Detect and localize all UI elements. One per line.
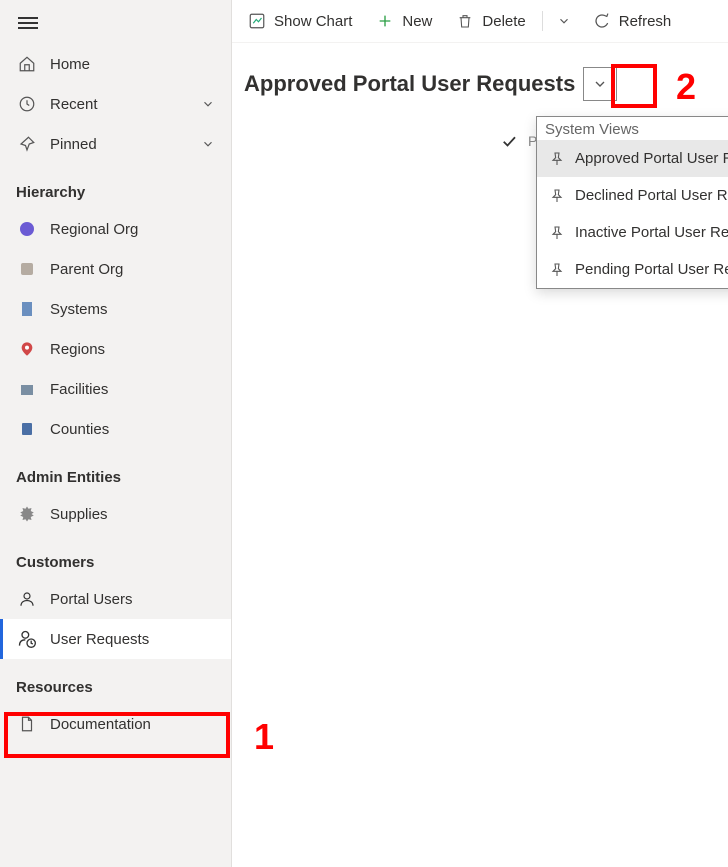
chevron-down-icon (592, 76, 608, 92)
chevron-down-icon (201, 137, 215, 151)
nav-regional-org-label: Regional Org (50, 221, 215, 238)
clock-icon (16, 94, 38, 114)
nav-facilities[interactable]: Facilities (0, 369, 231, 409)
refresh-label: Refresh (619, 13, 672, 30)
facility-icon (16, 379, 38, 399)
nav-supplies-label: Supplies (50, 506, 215, 523)
dropdown-item-inactive[interactable]: Inactive Portal User Requests (537, 214, 728, 251)
nav-user-requests-label: User Requests (50, 631, 215, 648)
nav-counties-label: Counties (50, 421, 215, 438)
group-resources: Resources (0, 659, 231, 704)
pin-icon (549, 151, 565, 167)
chevron-down-icon (555, 12, 573, 30)
user-icon (16, 589, 38, 609)
delete-button[interactable]: Delete (444, 6, 537, 36)
dropdown-item-pending[interactable]: Pending Portal User Requests (537, 251, 728, 288)
nav-pinned[interactable]: Pinned (0, 124, 231, 164)
show-chart-button[interactable]: Show Chart (236, 6, 364, 36)
nav-facilities-label: Facilities (50, 381, 215, 398)
gear-icon (16, 504, 38, 524)
dropdown-item-label: Declined Portal User Requests (575, 187, 728, 204)
trash-icon (456, 12, 474, 30)
nav-portal-users[interactable]: Portal Users (0, 579, 231, 619)
map-pin-icon (16, 339, 38, 359)
document-icon (16, 714, 38, 734)
nav-home-label: Home (50, 56, 215, 73)
nav-regional-org[interactable]: Regional Org (0, 209, 231, 249)
group-hierarchy: Hierarchy (0, 164, 231, 209)
nav-regions-label: Regions (50, 341, 215, 358)
pin-icon (16, 134, 38, 154)
show-chart-label: Show Chart (274, 13, 352, 30)
refresh-button[interactable]: Refresh (581, 6, 684, 36)
nav-supplies[interactable]: Supplies (0, 494, 231, 534)
nav-home[interactable]: Home (0, 44, 231, 84)
chart-icon (248, 12, 266, 30)
obscured-row: P (500, 132, 537, 150)
nav-regions[interactable]: Regions (0, 329, 231, 369)
dropdown-item-approved[interactable]: Approved Portal User Requests (537, 140, 728, 177)
building-icon (16, 299, 38, 319)
dropdown-item-label: Approved Portal User Requests (575, 150, 728, 167)
pin-icon (549, 262, 565, 278)
county-icon (16, 419, 38, 439)
dropdown-item-declined[interactable]: Declined Portal User Requests (537, 177, 728, 214)
view-selector-button[interactable] (583, 67, 617, 101)
pin-icon (549, 225, 565, 241)
group-customers: Customers (0, 534, 231, 579)
nav-user-requests[interactable]: User Requests (0, 619, 231, 659)
check-icon (500, 132, 518, 150)
chevron-down-icon (201, 97, 215, 111)
nav-portal-users-label: Portal Users (50, 591, 215, 608)
refresh-icon (593, 12, 611, 30)
plus-icon (376, 12, 394, 30)
nav-recent[interactable]: Recent (0, 84, 231, 124)
new-label: New (402, 13, 432, 30)
dropdown-item-label: Inactive Portal User Requests (575, 224, 728, 241)
new-button[interactable]: New (364, 6, 444, 36)
org-icon (16, 259, 38, 279)
dropdown-item-label: Pending Portal User Requests (575, 261, 728, 278)
nav-systems[interactable]: Systems (0, 289, 231, 329)
nav-systems-label: Systems (50, 301, 215, 318)
main-area: Show Chart New Delete Refresh Approved P… (232, 0, 728, 867)
nav-parent-org[interactable]: Parent Org (0, 249, 231, 289)
home-icon (16, 54, 38, 74)
nav-counties[interactable]: Counties (0, 409, 231, 449)
globe-icon (16, 219, 38, 239)
more-commands-button[interactable] (547, 6, 581, 36)
separator (542, 11, 543, 31)
user-clock-icon (16, 629, 38, 649)
nav-documentation-label: Documentation (50, 716, 215, 733)
nav-pinned-label: Pinned (50, 136, 201, 153)
nav-recent-label: Recent (50, 96, 201, 113)
hamburger-menu-icon[interactable] (18, 14, 38, 30)
group-admin-entities: Admin Entities (0, 449, 231, 494)
dropdown-header: System Views (537, 117, 728, 140)
nav-parent-org-label: Parent Org (50, 261, 215, 278)
view-selector-dropdown: System Views Approved Portal User Reques… (536, 116, 728, 289)
page-title: Approved Portal User Requests (244, 71, 575, 97)
pin-icon (549, 188, 565, 204)
sidebar: Home Recent Pinned Hierarchy Regional Or… (0, 0, 232, 867)
delete-label: Delete (482, 13, 525, 30)
command-bar: Show Chart New Delete Refresh (232, 0, 728, 43)
nav-documentation[interactable]: Documentation (0, 704, 231, 744)
